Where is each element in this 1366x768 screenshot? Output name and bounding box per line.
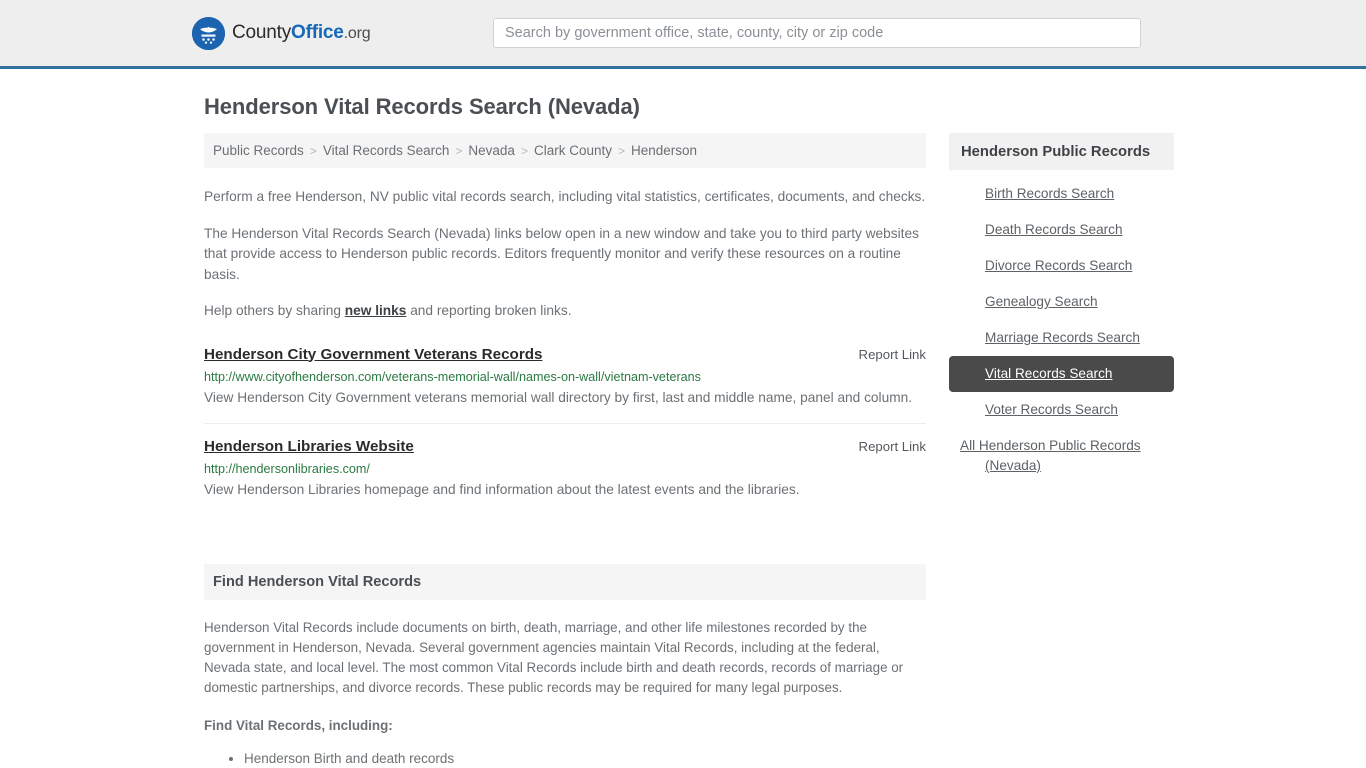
- find-records-section-body: Henderson Vital Records include document…: [204, 618, 926, 768]
- result-item: Henderson Libraries Website Report Link …: [204, 438, 926, 515]
- intro-paragraph-3: Help others by sharing new links and rep…: [204, 301, 926, 322]
- find-records-paragraph: Henderson Vital Records include document…: [204, 619, 904, 696]
- sidebar-list-item: Vital Records Search: [949, 356, 1174, 392]
- sidebar-list-item: Birth Records Search: [949, 176, 1174, 212]
- sidebar-list-item: Genealogy Search: [949, 284, 1174, 320]
- result-url-link[interactable]: http://hendersonlibraries.com/: [204, 462, 926, 476]
- result-header: Henderson Libraries Website Report Link: [204, 438, 926, 455]
- find-records-list: Henderson Birth and death records: [204, 748, 926, 768]
- sidebar-item-birth-records-search[interactable]: Birth Records Search: [949, 176, 1174, 212]
- brand-text-office: Office: [291, 22, 344, 43]
- find-records-subheading: Find Vital Records, including:: [204, 718, 393, 734]
- brand-logo-link[interactable]: CountyOffice.org: [192, 16, 371, 50]
- main-column: Public Records > Vital Records Search > …: [204, 133, 926, 768]
- intro-p3-after: and reporting broken links.: [406, 303, 572, 318]
- search-input[interactable]: [493, 18, 1141, 48]
- sidebar-item-death-records-search[interactable]: Death Records Search: [949, 212, 1174, 248]
- sidebar-list-item: All Henderson Public Records (Nevada): [949, 428, 1174, 484]
- results-list: Henderson City Government Veterans Recor…: [204, 346, 926, 515]
- breadcrumb-separator-icon: >: [309, 143, 317, 158]
- breadcrumb-item-henderson: Henderson: [631, 143, 698, 158]
- sidebar-item-marriage-records-search[interactable]: Marriage Records Search: [949, 320, 1174, 356]
- sidebar-item-genealogy-search[interactable]: Genealogy Search: [949, 284, 1174, 320]
- report-link-button[interactable]: Report Link: [859, 439, 926, 454]
- eagle-shield-logo-icon: [192, 16, 225, 50]
- intro-paragraph-2: The Henderson Vital Records Search (Neva…: [204, 225, 919, 282]
- brand-text-county: County: [232, 22, 292, 43]
- page-container: Henderson Vital Records Search (Nevada) …: [0, 94, 1366, 768]
- breadcrumb-separator-icon: >: [455, 143, 463, 158]
- result-description: View Henderson City Government veterans …: [204, 389, 913, 405]
- breadcrumb-separator-icon: >: [520, 143, 528, 158]
- breadcrumb: Public Records > Vital Records Search > …: [204, 133, 926, 168]
- result-title-link[interactable]: Henderson Libraries Website: [204, 438, 414, 455]
- intro-paragraph-1: Perform a free Henderson, NV public vita…: [204, 189, 926, 204]
- breadcrumb-item-nevada[interactable]: Nevada: [468, 143, 515, 158]
- result-item: Henderson City Government Veterans Recor…: [204, 346, 926, 424]
- breadcrumb-separator-icon: >: [617, 143, 625, 158]
- brand-text-org: .org: [343, 25, 371, 42]
- breadcrumb-item-vital-records-search[interactable]: Vital Records Search: [323, 143, 450, 158]
- breadcrumb-item-clark-county[interactable]: Clark County: [534, 143, 612, 158]
- sidebar-list-item: Voter Records Search: [949, 392, 1174, 428]
- site-header: CountyOffice.org: [0, 0, 1366, 69]
- search-container: [493, 18, 1141, 48]
- page-title: Henderson Vital Records Search (Nevada): [204, 94, 640, 119]
- intro-text: Perform a free Henderson, NV public vita…: [204, 187, 926, 322]
- sidebar-list-item: Marriage Records Search: [949, 320, 1174, 356]
- content-columns: Public Records > Vital Records Search > …: [204, 133, 1174, 768]
- sidebar-list: Birth Records Search Death Records Searc…: [949, 176, 1174, 484]
- brand-wordmark: CountyOffice.org: [232, 22, 371, 44]
- find-records-section-heading: Find Henderson Vital Records: [204, 563, 926, 600]
- intro-p3-before: Help others by sharing: [204, 303, 345, 318]
- result-title-link[interactable]: Henderson City Government Veterans Recor…: [204, 346, 542, 363]
- result-header: Henderson City Government Veterans Recor…: [204, 346, 926, 363]
- breadcrumb-item-public-records[interactable]: Public Records: [213, 143, 304, 158]
- sidebar-list-item: Death Records Search: [949, 212, 1174, 248]
- result-description: View Henderson Libraries homepage and fi…: [204, 481, 800, 497]
- sidebar-item-divorce-records-search[interactable]: Divorce Records Search: [949, 248, 1174, 284]
- sidebar: Henderson Public Records Birth Records S…: [949, 133, 1174, 484]
- result-url-link[interactable]: http://www.cityofhenderson.com/veterans-…: [204, 370, 926, 384]
- sidebar-item-vital-records-search[interactable]: Vital Records Search: [949, 356, 1174, 392]
- sidebar-item-all-henderson-public-records[interactable]: All Henderson Public Records (Nevada): [949, 428, 1174, 484]
- sidebar-item-voter-records-search[interactable]: Voter Records Search: [949, 392, 1174, 428]
- sidebar-list-item: Divorce Records Search: [949, 248, 1174, 284]
- report-link-button[interactable]: Report Link: [859, 347, 926, 362]
- list-item: Henderson Birth and death records: [244, 748, 926, 768]
- sidebar-heading: Henderson Public Records: [949, 133, 1174, 170]
- new-links-link[interactable]: new links: [345, 303, 407, 318]
